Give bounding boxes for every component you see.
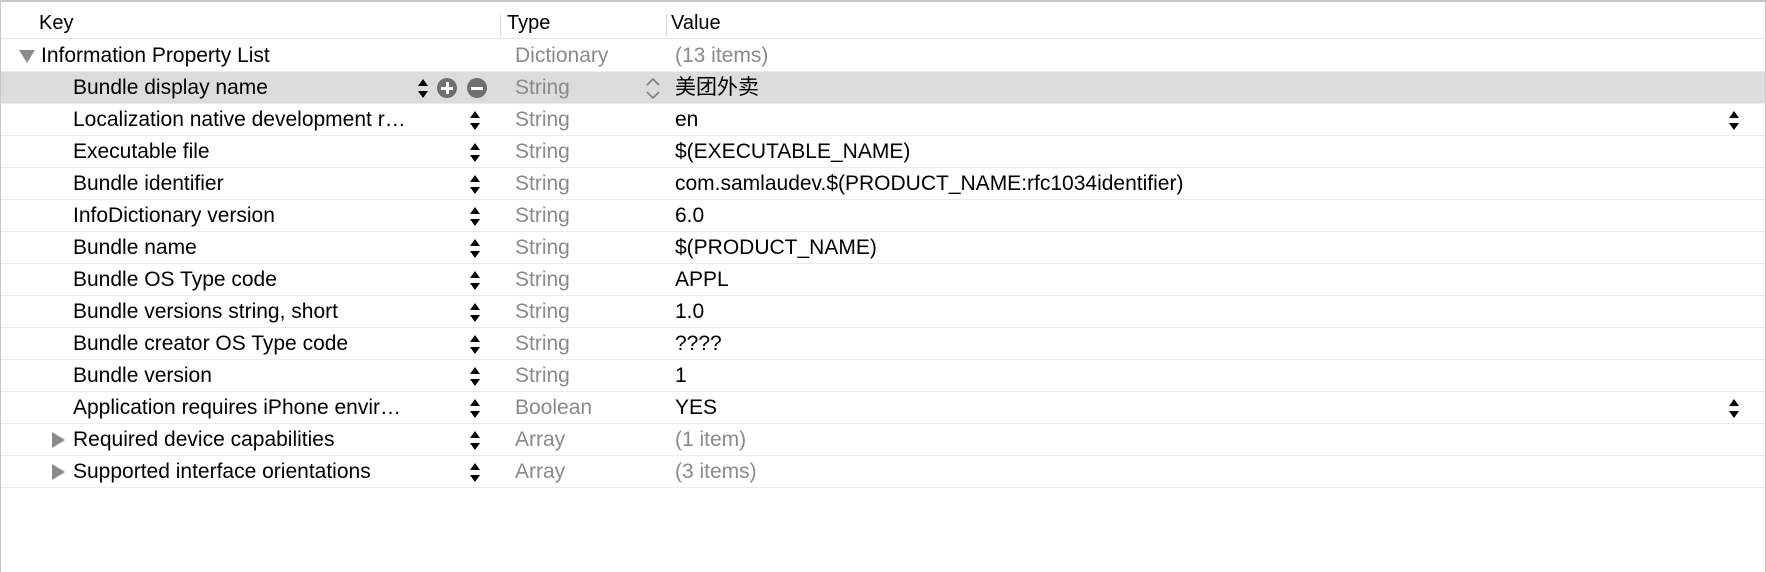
row-type: String (515, 268, 570, 291)
row-value: 1 (675, 364, 687, 387)
remove-item-icon[interactable] (467, 78, 487, 98)
row-key: Bundle identifier (73, 172, 224, 195)
row-key: Bundle versions string, short (73, 300, 338, 323)
row-value: (13 items) (675, 44, 769, 67)
plist-row[interactable]: InfoDictionary version String 6.0 (1, 200, 1765, 232)
row-value: 1.0 (675, 300, 705, 323)
plist-editor: Key Type Value Information Property List… (0, 0, 1766, 572)
row-type: String (515, 332, 570, 355)
plist-row[interactable]: Executable file String $(EXECUTABLE_NAME… (1, 136, 1765, 168)
value-column-header[interactable]: Value (671, 11, 721, 35)
key-stepper-icon[interactable] (469, 458, 481, 486)
row-key: Supported interface orientations (73, 460, 371, 483)
row-value: (1 item) (675, 428, 747, 451)
type-column-header[interactable]: Type (507, 11, 550, 35)
row-type: String (515, 236, 570, 259)
key-stepper-icon[interactable] (469, 362, 481, 390)
plist-row[interactable]: Localization native development r… Strin… (1, 104, 1765, 136)
disclosure-triangle-open-icon[interactable] (19, 50, 35, 63)
key-column-header[interactable]: Key (39, 11, 73, 35)
plist-row[interactable]: Bundle version String 1 (1, 360, 1765, 392)
key-stepper-icon[interactable] (469, 138, 481, 166)
row-value[interactable]: 美团外卖 (675, 72, 759, 103)
row-key: Executable file (73, 140, 210, 163)
key-stepper-icon[interactable] (469, 106, 481, 134)
row-key[interactable]: Bundle display name (73, 72, 268, 103)
row-value: $(EXECUTABLE_NAME) (675, 140, 911, 163)
row-type: Dictionary (515, 44, 609, 67)
row-value: com.samlaudev.$(PRODUCT_NAME:rfc1034iden… (675, 172, 1184, 195)
row-key: Information Property List (41, 44, 270, 67)
row-type: String (515, 300, 570, 323)
key-stepper-icon[interactable] (469, 234, 481, 262)
row-key: Bundle creator OS Type code (73, 332, 349, 355)
key-stepper-icon[interactable] (469, 330, 481, 358)
row-type: String (515, 140, 570, 163)
plist-row[interactable]: Bundle identifier String com.samlaudev.$… (1, 168, 1765, 200)
row-value: $(PRODUCT_NAME) (675, 236, 877, 259)
row-value: ???? (675, 332, 722, 355)
row-key: Bundle version (73, 364, 212, 387)
key-stepper-icon[interactable] (469, 394, 481, 422)
key-stepper-icon[interactable] (469, 266, 481, 294)
row-key: Application requires iPhone envir… (73, 396, 402, 419)
disclosure-triangle-closed-icon[interactable] (52, 464, 65, 480)
plist-row[interactable]: Application requires iPhone envir… Boole… (1, 392, 1765, 424)
key-stepper-icon[interactable] (417, 74, 429, 102)
plist-row[interactable]: Bundle versions string, short String 1.0 (1, 296, 1765, 328)
plist-row-root[interactable]: Information Property List Dictionary (13… (1, 40, 1765, 72)
value-popup-stepper-icon[interactable] (1728, 394, 1740, 422)
key-stepper-icon[interactable] (469, 426, 481, 454)
value-popup-stepper-icon[interactable] (1728, 106, 1740, 134)
property-rows: Information Property List Dictionary (13… (1, 40, 1765, 488)
disclosure-triangle-closed-icon[interactable] (52, 432, 65, 448)
plist-row[interactable]: Bundle name String $(PRODUCT_NAME) (1, 232, 1765, 264)
row-type: String (515, 204, 570, 227)
column-divider[interactable] (666, 14, 667, 36)
row-key: Bundle name (73, 236, 197, 259)
row-key: InfoDictionary version (73, 204, 275, 227)
plist-row[interactable]: Supported interface orientations Array (… (1, 456, 1765, 488)
row-type: Boolean (515, 396, 593, 419)
row-type: String (515, 172, 570, 195)
row-type: String (515, 364, 570, 387)
key-stepper-icon[interactable] (469, 298, 481, 326)
row-type: Array (515, 428, 566, 451)
row-key: Bundle OS Type code (73, 268, 277, 291)
row-type: String (515, 108, 570, 131)
plist-row-selected[interactable]: Bundle display name String 美团外卖 (1, 72, 1765, 104)
row-value: 6.0 (675, 204, 705, 227)
row-type[interactable]: String (515, 72, 570, 103)
plist-row[interactable]: Bundle OS Type code String APPL (1, 264, 1765, 296)
add-item-icon[interactable] (437, 78, 457, 98)
key-stepper-icon[interactable] (469, 170, 481, 198)
plist-row[interactable]: Bundle creator OS Type code String ???? (1, 328, 1765, 360)
type-popup-chevron-icon[interactable] (645, 73, 661, 103)
row-value: YES (675, 396, 718, 419)
key-stepper-icon[interactable] (469, 202, 481, 230)
row-value: en (675, 108, 699, 131)
column-divider[interactable] (500, 14, 501, 36)
row-value: APPL (675, 268, 729, 291)
plist-row[interactable]: Required device capabilities Array (1 it… (1, 424, 1765, 456)
row-type: Array (515, 460, 566, 483)
row-key: Required device capabilities (73, 428, 335, 451)
row-key: Localization native development r… (73, 108, 406, 131)
row-value: (3 items) (675, 460, 757, 483)
column-header: Key Type Value (1, 8, 1765, 39)
